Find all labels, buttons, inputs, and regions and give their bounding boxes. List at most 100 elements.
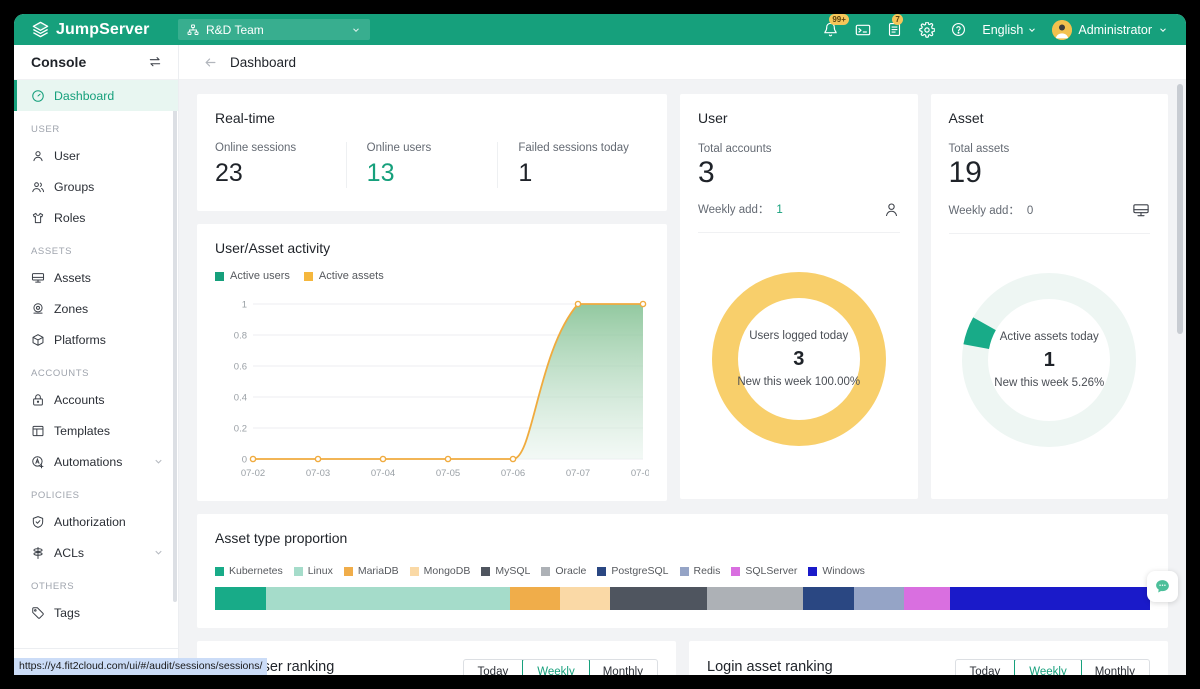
gear-icon[interactable]	[918, 21, 935, 38]
proportion-segment-mysql[interactable]	[610, 587, 706, 610]
sidebar-item-user[interactable]: User	[14, 140, 178, 171]
svg-text:0.8: 0.8	[234, 331, 247, 342]
tab-today[interactable]: Today	[464, 660, 524, 675]
acl-filter-icon	[31, 546, 45, 560]
user-menu[interactable]: Administrator	[1052, 20, 1168, 40]
tab-weekly[interactable]: Weekly	[1014, 659, 1082, 675]
arrow-left-icon[interactable]	[203, 55, 218, 70]
top-navigation-bar: JumpServer R&D Team 99+	[14, 14, 1186, 45]
legend-label: Redis	[694, 565, 721, 577]
sidebar-item-automations[interactable]: Automations	[14, 446, 178, 477]
proportion-segment-mariadb[interactable]	[510, 587, 560, 610]
legend-kubernetes[interactable]: Kubernetes	[215, 565, 283, 577]
users-logged-donut: Users logged today 3 New this week 100.0…	[698, 241, 900, 477]
chat-bubble-icon	[1154, 578, 1171, 595]
legend-label: Kubernetes	[229, 565, 283, 577]
stat-online-sessions: Online sessions 23	[215, 142, 346, 188]
chevron-down-icon[interactable]	[153, 456, 164, 467]
svg-text:07-06: 07-06	[501, 468, 525, 479]
tab-weekly[interactable]: Weekly	[522, 659, 590, 675]
sidebar-section-user: USER	[14, 111, 178, 140]
legend-redis[interactable]: Redis	[680, 565, 721, 577]
legend-sqlserver[interactable]: SQLServer	[731, 565, 797, 577]
sidebar-item-roles[interactable]: Roles	[14, 202, 178, 233]
sidebar-item-label: User	[54, 149, 80, 163]
donut-center-labels: Active assets today 1 New this week 5.26…	[964, 331, 1134, 389]
terminal-icon[interactable]	[854, 21, 871, 38]
weekly-label-text: Weekly add：	[949, 205, 1020, 217]
stat-value: 23	[215, 160, 346, 188]
user-icon	[31, 149, 45, 163]
proportion-segment-mongodb[interactable]	[560, 587, 610, 610]
stat-label: Online users	[367, 142, 498, 154]
page-scrollbar[interactable]	[1177, 84, 1183, 334]
proportion-segment-windows[interactable]	[950, 587, 1150, 610]
brand-logo-area[interactable]: JumpServer	[14, 20, 169, 39]
stat-label: Online sessions	[215, 142, 346, 154]
legend-postgresql[interactable]: PostgreSQL	[597, 565, 668, 577]
legend-mongodb[interactable]: MongoDB	[410, 565, 471, 577]
sidebar-item-zones[interactable]: Zones	[14, 293, 178, 324]
stat-online-users: Online users 13	[346, 142, 498, 188]
sidebar-item-platforms[interactable]: Platforms	[14, 324, 178, 355]
user-metric-value: 3	[698, 156, 900, 191]
legend-mysql[interactable]: MySQL	[481, 565, 530, 577]
proportion-segment-linux[interactable]	[266, 587, 509, 610]
legend-mariadb[interactable]: MariaDB	[344, 565, 399, 577]
asset-weekly-row: Weekly add：0	[949, 201, 1151, 234]
sidebar-item-accounts[interactable]: Accounts	[14, 384, 178, 415]
sidebar-item-acls[interactable]: ACLs	[14, 537, 178, 568]
legend-swatch	[808, 567, 817, 576]
donut-value: 1	[964, 349, 1134, 372]
swap-arrows-icon[interactable]	[148, 55, 162, 69]
login-user-ranking-period-tabs: Today Weekly Monthly	[463, 659, 658, 675]
legend-windows[interactable]: Windows	[808, 565, 865, 577]
organization-selector[interactable]: R&D Team	[178, 19, 370, 40]
legend-label: Windows	[822, 565, 865, 577]
language-label: English	[982, 23, 1023, 37]
stat-label: Failed sessions today	[518, 142, 649, 154]
svg-text:0.4: 0.4	[234, 393, 247, 404]
sidebar-item-label: Platforms	[54, 333, 106, 347]
document-icon[interactable]: 7	[886, 21, 903, 38]
legend-active-users[interactable]: Active users	[215, 270, 290, 282]
sidebar-item-templates[interactable]: Templates	[14, 415, 178, 446]
proportion-segment-postgresql[interactable]	[803, 587, 853, 610]
user-weekly-label: Weekly add：1	[698, 201, 783, 217]
legend-label: Active assets	[319, 270, 384, 282]
chevron-down-icon[interactable]	[153, 547, 164, 558]
legend-swatch	[680, 567, 689, 576]
svg-text:1: 1	[242, 300, 247, 311]
sidebar-item-groups[interactable]: Groups	[14, 171, 178, 202]
legend-active-assets[interactable]: Active assets	[304, 270, 384, 282]
sidebar-item-dashboard[interactable]: Dashboard	[14, 80, 178, 111]
platform-cube-icon	[31, 333, 45, 347]
proportion-segment-oracle[interactable]	[707, 587, 803, 610]
language-selector[interactable]: English	[982, 23, 1037, 37]
help-circle-icon[interactable]	[950, 21, 967, 38]
sidebar-item-assets[interactable]: Assets	[14, 262, 178, 293]
avatar	[1052, 20, 1072, 40]
sidebar-item-label: Zones	[54, 302, 88, 316]
ranking-row: Login user ranking Today Weekly Monthly …	[197, 641, 1168, 675]
svg-text:0: 0	[242, 455, 247, 466]
sidebar-item-authorization[interactable]: Authorization	[14, 506, 178, 537]
bell-icon[interactable]: 99+	[822, 21, 839, 38]
asset-card-title: Asset	[949, 110, 1151, 126]
tab-monthly[interactable]: Monthly	[1081, 660, 1149, 675]
proportion-segment-redis[interactable]	[854, 587, 904, 610]
asset-weekly-label: Weekly add：0	[949, 202, 1034, 218]
sidebar-item-tags[interactable]: Tags	[14, 597, 178, 628]
proportion-segment-kubernetes[interactable]	[215, 587, 266, 610]
tab-monthly[interactable]: Monthly	[589, 660, 657, 675]
chat-fab-button[interactable]	[1147, 571, 1178, 602]
user-weekly-row: Weekly add：1	[698, 201, 900, 233]
legend-swatch	[304, 272, 313, 281]
proportion-segment-sqlserver[interactable]	[904, 587, 950, 610]
template-layout-icon	[31, 424, 45, 438]
top-bar-actions: 99+ 7	[822, 20, 1186, 40]
tab-today[interactable]: Today	[956, 660, 1016, 675]
legend-oracle[interactable]: Oracle	[541, 565, 586, 577]
svg-text:0.6: 0.6	[234, 362, 247, 373]
legend-linux[interactable]: Linux	[294, 565, 333, 577]
